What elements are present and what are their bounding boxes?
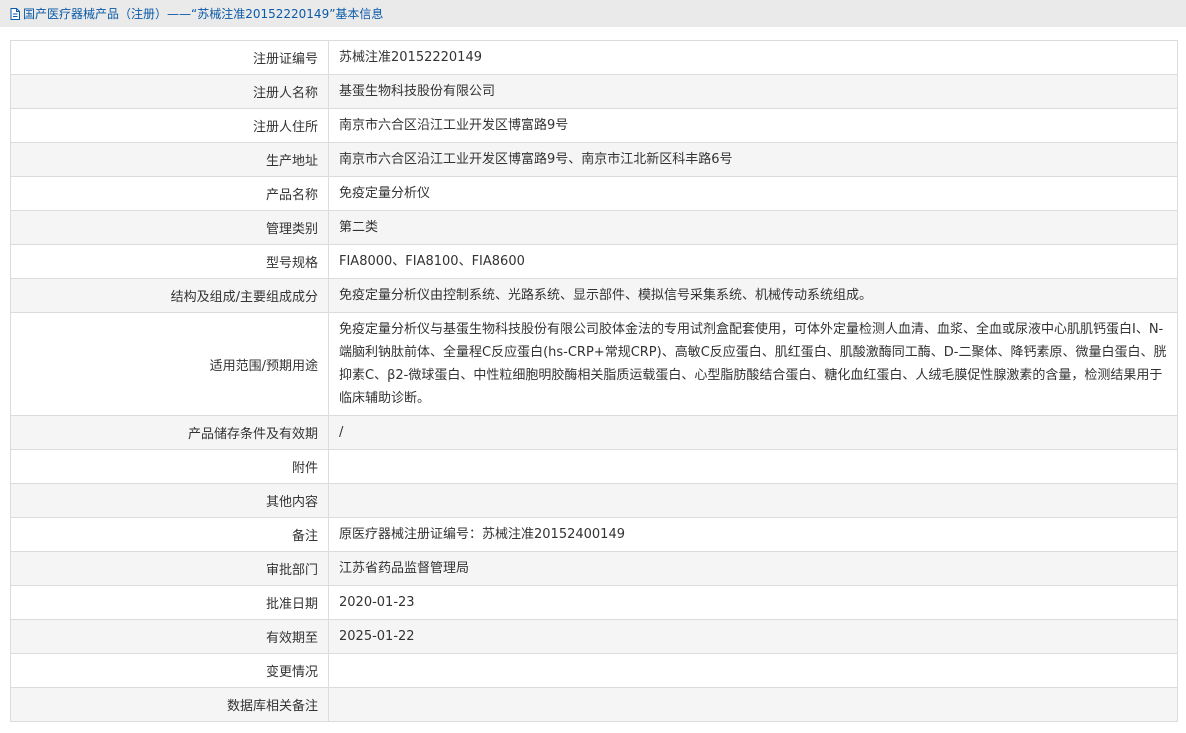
table-row: 审批部门 江苏省药品监督管理局: [10, 551, 1178, 586]
table-row: 其他内容: [10, 483, 1178, 518]
row-value: 第二类: [328, 210, 1178, 245]
table-row: 生产地址 南京市六合区沿江工业开发区博富路9号、南京市江北新区科丰路6号: [10, 142, 1178, 177]
row-value: 2025-01-22: [328, 619, 1178, 654]
row-value: 南京市六合区沿江工业开发区博富路9号: [328, 108, 1178, 143]
row-label: 管理类别: [10, 210, 329, 245]
table-row: 结构及组成/主要组成成分 免疫定量分析仪由控制系统、光路系统、显示部件、模拟信号…: [10, 278, 1178, 313]
table-row: 注册人名称 基蛋生物科技股份有限公司: [10, 74, 1178, 109]
row-label: 生产地址: [10, 142, 329, 177]
row-label: 结构及组成/主要组成成分: [10, 278, 329, 313]
table-row: 产品储存条件及有效期 /: [10, 415, 1178, 450]
row-value: [328, 483, 1178, 518]
row-value: 江苏省药品监督管理局: [328, 551, 1178, 586]
document-icon: [9, 7, 21, 20]
row-value: 免疫定量分析仪与基蛋生物科技股份有限公司胶体金法的专用试剂盒配套使用，可体外定量…: [328, 312, 1178, 416]
row-label: 产品名称: [10, 176, 329, 211]
row-value: /: [328, 415, 1178, 450]
table-row: 备注 原医疗器械注册证编号：苏械注准20152400149: [10, 517, 1178, 552]
table-row: 批准日期 2020-01-23: [10, 585, 1178, 620]
row-label: 注册人名称: [10, 74, 329, 109]
table-row: 数据库相关备注: [10, 687, 1178, 722]
registration-detail-table: 注册证编号 苏械注准20152220149 注册人名称 基蛋生物科技股份有限公司…: [10, 40, 1178, 722]
row-label: 有效期至: [10, 619, 329, 654]
row-value: 2020-01-23: [328, 585, 1178, 620]
row-label: 注册证编号: [10, 40, 329, 75]
table-row: 注册人住所 南京市六合区沿江工业开发区博富路9号: [10, 108, 1178, 143]
row-value: 苏械注准20152220149: [328, 40, 1178, 75]
row-label: 批准日期: [10, 585, 329, 620]
row-value: [328, 687, 1178, 722]
row-label: 备注: [10, 517, 329, 552]
table-row: 有效期至 2025-01-22: [10, 619, 1178, 654]
table-row: 适用范围/预期用途 免疫定量分析仪与基蛋生物科技股份有限公司胶体金法的专用试剂盒…: [10, 312, 1178, 416]
row-value: FIA8000、FIA8100、FIA8600: [328, 244, 1178, 279]
row-value: 原医疗器械注册证编号：苏械注准20152400149: [328, 517, 1178, 552]
row-value: 南京市六合区沿江工业开发区博富路9号、南京市江北新区科丰路6号: [328, 142, 1178, 177]
row-label: 型号规格: [10, 244, 329, 279]
row-label: 变更情况: [10, 653, 329, 688]
row-label: 审批部门: [10, 551, 329, 586]
breadcrumb-text: 国产医疗器械产品（注册）——“苏械注准20152220149”基本信息: [23, 7, 384, 21]
row-value: 免疫定量分析仪由控制系统、光路系统、显示部件、模拟信号采集系统、机械传动系统组成…: [328, 278, 1178, 313]
row-label: 注册人住所: [10, 108, 329, 143]
table-row: 产品名称 免疫定量分析仪: [10, 176, 1178, 211]
row-label: 适用范围/预期用途: [10, 312, 329, 416]
table-row: 附件: [10, 449, 1178, 484]
row-label: 数据库相关备注: [10, 687, 329, 722]
row-value: [328, 449, 1178, 484]
breadcrumb-bar: 国产医疗器械产品（注册）——“苏械注准20152220149”基本信息: [0, 0, 1186, 27]
table-row: 变更情况: [10, 653, 1178, 688]
table-row: 型号规格 FIA8000、FIA8100、FIA8600: [10, 244, 1178, 279]
row-label: 附件: [10, 449, 329, 484]
row-value: [328, 653, 1178, 688]
table-row: 管理类别 第二类: [10, 210, 1178, 245]
row-value: 免疫定量分析仪: [328, 176, 1178, 211]
row-label: 产品储存条件及有效期: [10, 415, 329, 450]
row-value: 基蛋生物科技股份有限公司: [328, 74, 1178, 109]
row-label: 其他内容: [10, 483, 329, 518]
table-row: 注册证编号 苏械注准20152220149: [10, 40, 1178, 75]
